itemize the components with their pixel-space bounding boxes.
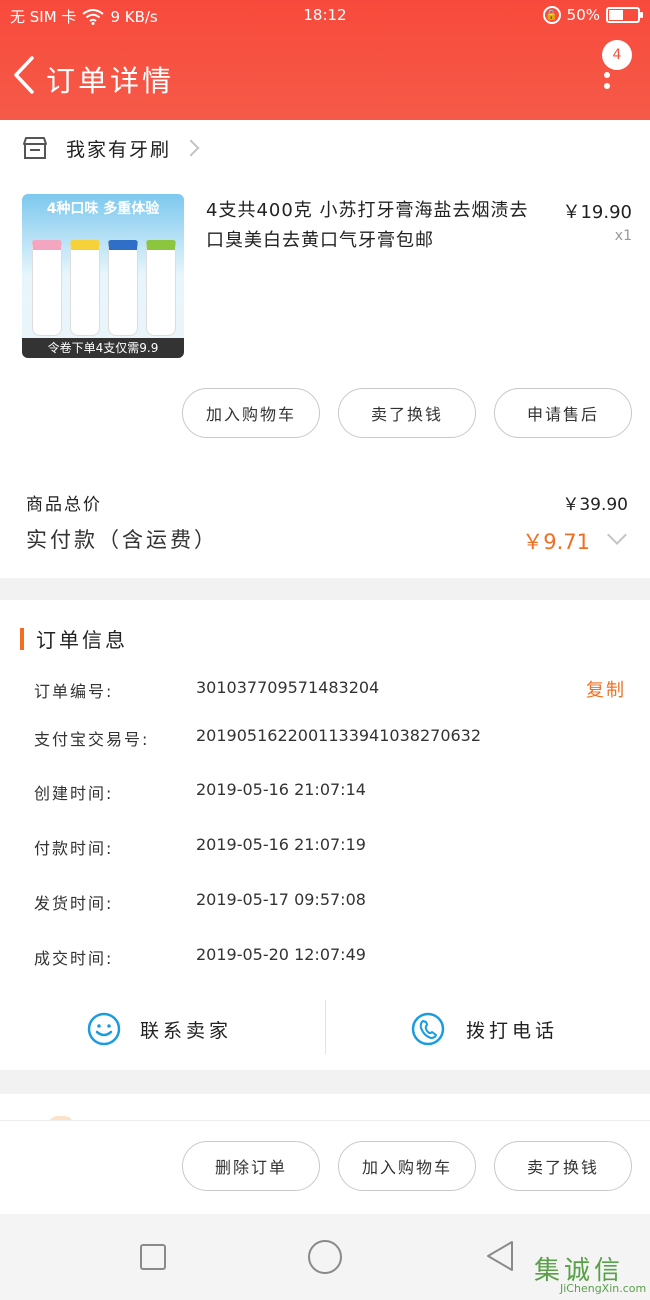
phone-icon xyxy=(411,1012,445,1046)
more-menu-icon[interactable] xyxy=(602,72,612,96)
rotation-lock-icon: 🔒 xyxy=(542,6,561,24)
paid-amount-value: ￥9.71 xyxy=(522,530,590,554)
info-row-value: 301037709571483204 xyxy=(196,678,380,697)
bottom-add-to-cart-button[interactable]: 加入购物车 xyxy=(338,1141,476,1191)
contact-seller-label: 联系卖家 xyxy=(140,1019,233,1042)
toothpaste-tube xyxy=(32,240,62,336)
info-row-value: 2019-05-16 21:07:14 xyxy=(196,780,366,799)
shop-name: 我家有牙刷 xyxy=(66,138,172,161)
delete-order-button[interactable]: 删除订单 xyxy=(182,1141,320,1191)
divider xyxy=(325,1000,326,1054)
store-icon xyxy=(23,137,47,159)
smile-chat-icon xyxy=(87,1012,121,1046)
recent-apps-icon[interactable] xyxy=(140,1244,166,1270)
info-row-label: 付款时间: xyxy=(34,839,114,858)
order-info-section: 订单信息 订单编号: 301037709571483204 复制 支付宝交易号:… xyxy=(0,600,650,1070)
order-item-card: 我家有牙刷 4种口味 多重体验 令卷下单4支仅需9.9 4支共400克 小苏打牙… xyxy=(0,120,650,578)
order-info-header: 订单信息 xyxy=(20,624,128,653)
info-row-completed: 成交时间: 2019-05-20 12:07:49 xyxy=(34,945,634,975)
info-row-label: 订单编号: xyxy=(34,682,114,701)
goods-total-label: 商品总价 xyxy=(26,495,102,515)
info-row-value: 2019051622001133941038270632 xyxy=(196,726,482,745)
product-image[interactable]: 4种口味 多重体验 令卷下单4支仅需9.9 xyxy=(22,194,184,358)
sell-item-button[interactable]: 卖了换钱 xyxy=(338,388,476,438)
back-arrow-icon[interactable] xyxy=(10,52,40,98)
contact-seller-button[interactable]: 联系卖家 xyxy=(86,1002,232,1056)
copy-order-number-button[interactable]: 复制 xyxy=(586,676,626,702)
watermark-logo: 集诚信 JiChengXin.com xyxy=(534,1250,646,1296)
add-to-cart-button[interactable]: 加入购物车 xyxy=(182,388,320,438)
info-row-label: 创建时间: xyxy=(34,784,114,803)
call-phone-label: 拨打电话 xyxy=(466,1019,559,1042)
toothpaste-tube xyxy=(70,240,100,336)
info-row-paid: 付款时间: 2019-05-16 21:07:19 xyxy=(34,835,634,865)
chevron-right-icon xyxy=(182,139,200,157)
product-price: ￥19.90 xyxy=(562,202,632,223)
info-row-label: 发货时间: xyxy=(34,894,114,913)
info-row-alipay-trade: 支付宝交易号: 2019051622001133941038270632 xyxy=(34,726,634,756)
message-count-badge[interactable]: 4 xyxy=(602,40,632,70)
goods-total-value: ￥39.90 xyxy=(562,495,628,515)
product-title[interactable]: 4支共400克 小苏打牙膏海盐去烟渍去口臭美白去黄口气牙膏包邮 xyxy=(206,196,546,256)
watermark-en: JiChengXin.com xyxy=(560,1282,647,1295)
page-title: 订单详情 xyxy=(46,64,175,98)
info-row-order-number: 订单编号: 301037709571483204 xyxy=(34,678,634,708)
toothpaste-tube xyxy=(146,240,176,336)
chevron-down-icon[interactable] xyxy=(607,525,627,545)
product-image-heading: 4种口味 多重体验 xyxy=(46,201,160,217)
info-row-value: 2019-05-17 09:57:08 xyxy=(196,890,366,909)
section-accent-bar xyxy=(20,627,24,650)
product-image-banner: 令卷下单4支仅需9.9 xyxy=(22,338,184,358)
bottom-sell-button[interactable]: 卖了换钱 xyxy=(494,1141,632,1191)
info-row-created: 创建时间: 2019-05-16 21:07:14 xyxy=(34,780,634,810)
toothpaste-tube xyxy=(108,240,138,336)
bottom-action-bar: 删除订单 加入购物车 卖了换钱 xyxy=(0,1120,650,1214)
info-row-label: 成交时间: xyxy=(34,949,114,968)
after-sale-button[interactable]: 申请售后 xyxy=(494,388,632,438)
info-row-value: 2019-05-20 12:07:49 xyxy=(196,945,366,964)
battery-percent: 50% xyxy=(566,6,600,24)
app-header: 无 SIM 卡 9 KB/s 18:12 🔒 50% 订单详情 4 xyxy=(0,0,650,120)
info-row-value: 2019-05-16 21:07:19 xyxy=(196,835,366,854)
shop-link[interactable]: 我家有牙刷 xyxy=(22,128,200,168)
nav-bar: 订单详情 4 xyxy=(0,40,650,112)
order-info-title: 订单信息 xyxy=(36,628,128,652)
product-quantity: x1 xyxy=(614,228,632,244)
status-bar: 无 SIM 卡 9 KB/s 18:12 🔒 50% xyxy=(0,0,650,32)
home-icon[interactable] xyxy=(308,1240,342,1274)
info-row-shipped: 发货时间: 2019-05-17 09:57:08 xyxy=(34,890,634,920)
paid-amount-label: 实付款（含运费） xyxy=(26,528,218,552)
battery-icon xyxy=(606,7,643,23)
call-phone-button[interactable]: 拨打电话 xyxy=(410,1002,558,1056)
system-back-icon[interactable] xyxy=(484,1238,516,1274)
info-row-label: 支付宝交易号: xyxy=(34,730,150,749)
